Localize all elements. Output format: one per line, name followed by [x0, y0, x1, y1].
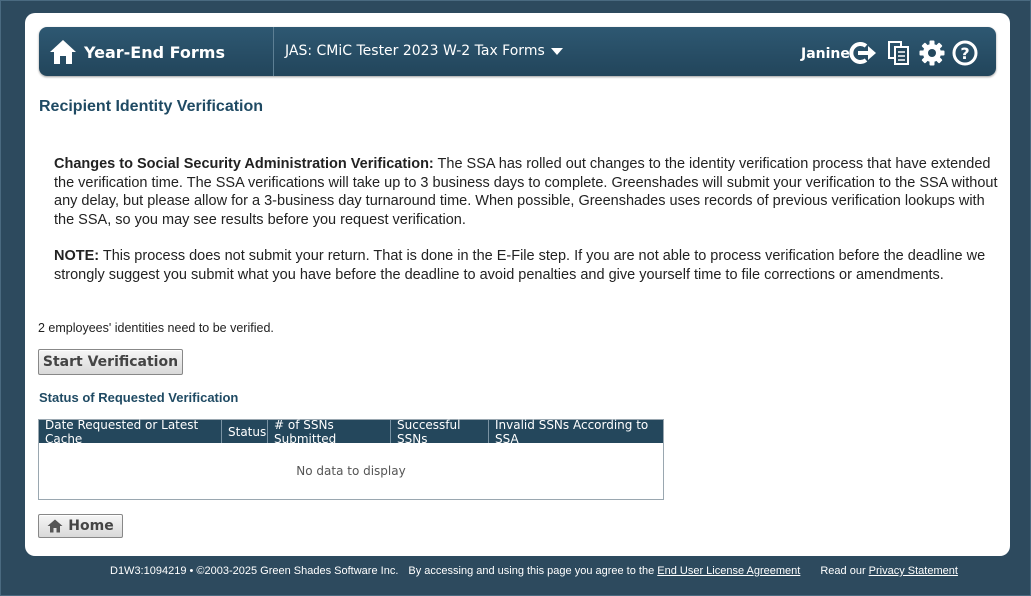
help-button[interactable]: ?	[950, 38, 980, 68]
copy-icon	[888, 41, 909, 65]
notice-block: Changes to Social Security Administratio…	[54, 155, 999, 302]
copy-button[interactable]	[884, 38, 914, 68]
user-name: Janine	[801, 46, 850, 62]
app-title: Year-End Forms	[84, 42, 225, 62]
build-id: D1W3:1094219	[110, 565, 187, 577]
table-header-row: Date Requested or Latest Cache Status # …	[39, 418, 663, 446]
note-label: NOTE:	[54, 248, 100, 264]
column-header-successful-ssns[interactable]: Successful SSNs	[391, 418, 489, 446]
help-icon: ?	[952, 40, 978, 66]
ssa-notice-heading: Changes to Social Security Administratio…	[54, 156, 434, 172]
agree-text: By accessing and using this page you agr…	[408, 565, 658, 577]
column-header-date-requested[interactable]: Date Requested or Latest Cache	[39, 418, 222, 446]
home-button[interactable]: Home	[38, 514, 123, 538]
logout-button[interactable]	[847, 38, 877, 68]
read-text: Read our	[820, 565, 869, 577]
form-selector-dropdown[interactable]: JAS: CMiC Tester 2023 W-2 Tax Forms	[285, 43, 563, 59]
home-link[interactable]: Year-End Forms	[49, 38, 225, 66]
note-text: This process does not submit your return…	[54, 248, 986, 283]
home-icon	[50, 40, 76, 64]
page-footer: D1W3:1094219 • ©2003-2025 Green Shades S…	[110, 565, 958, 577]
gear-icon	[919, 40, 945, 66]
column-header-status[interactable]: Status	[222, 420, 268, 443]
page-title: Recipient Identity Verification	[39, 98, 264, 115]
navbar-divider	[273, 27, 274, 76]
settings-button[interactable]	[917, 38, 947, 68]
ssa-notice: Changes to Social Security Administratio…	[54, 155, 999, 229]
verification-status-table: Date Requested or Latest Cache Status # …	[38, 418, 664, 500]
start-verification-button[interactable]: Start Verification	[38, 349, 183, 375]
copyright-text: • ©2003-2025 Green Shades Software Inc.	[186, 565, 399, 577]
top-navbar: Year-End Forms JAS: CMiC Tester 2023 W-2…	[39, 27, 996, 76]
eula-link[interactable]: End User License Agreement	[657, 565, 800, 577]
main-card: Year-End Forms JAS: CMiC Tester 2023 W-2…	[25, 13, 1010, 556]
home-button-label: Home	[68, 518, 114, 534]
column-header-ssns-submitted[interactable]: # of SSNs Submitted	[268, 418, 391, 446]
caret-down-icon	[550, 47, 563, 55]
column-header-invalid-ssns[interactable]: Invalid SSNs According to SSA	[489, 418, 663, 446]
home-icon	[47, 519, 63, 533]
logout-icon	[849, 42, 876, 64]
verification-count-text: 2 employees' identities need to be verif…	[38, 321, 274, 335]
note-notice: NOTE: This process does not submit your …	[54, 247, 999, 284]
empty-table-message: No data to display	[296, 463, 406, 478]
status-heading: Status of Requested Verification	[39, 390, 239, 405]
privacy-link[interactable]: Privacy Statement	[869, 565, 958, 577]
form-selector-label: JAS: CMiC Tester 2023 W-2 Tax Forms	[285, 43, 545, 59]
svg-text:?: ?	[960, 44, 969, 63]
